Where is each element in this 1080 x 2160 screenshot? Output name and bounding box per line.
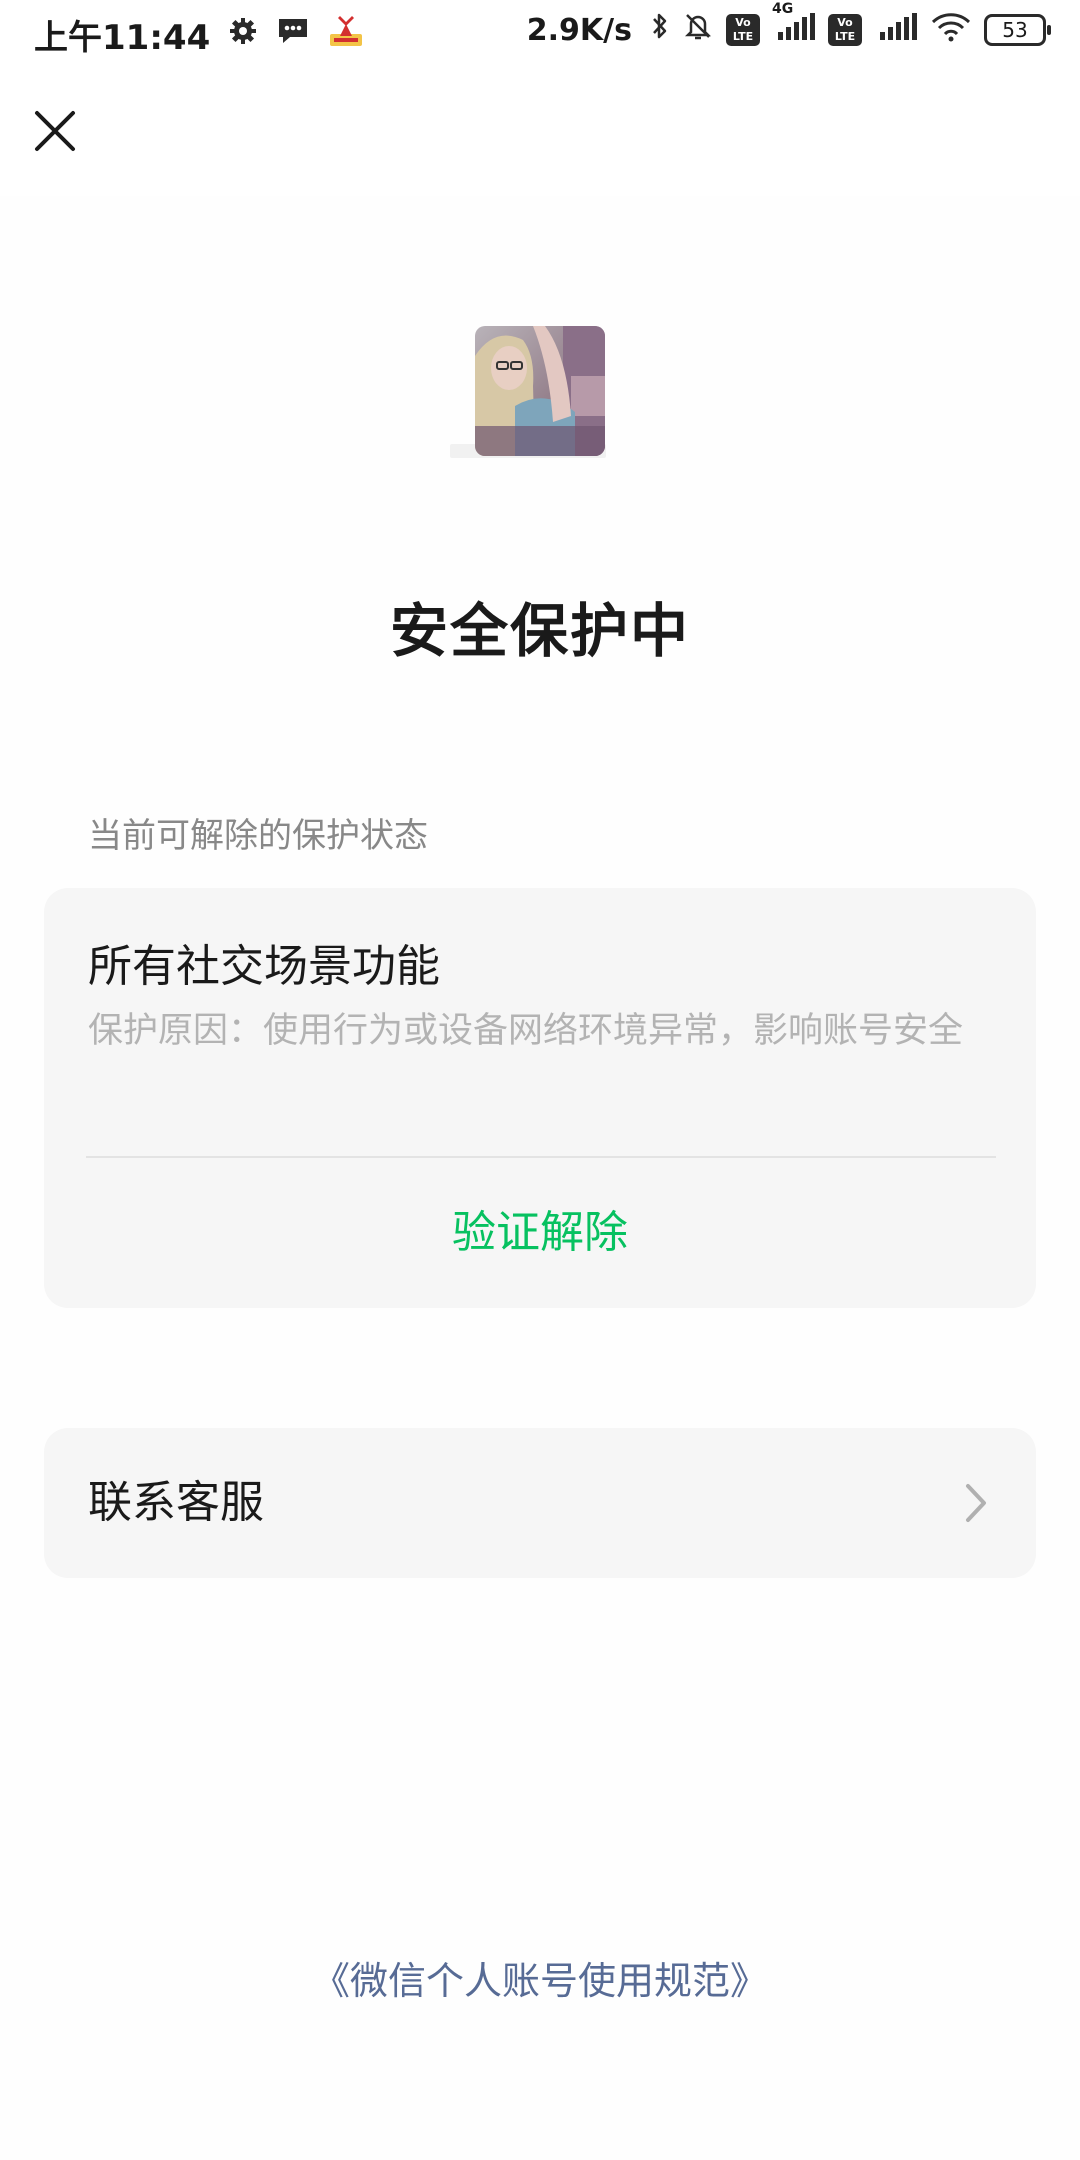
message-icon (276, 15, 310, 54)
close-button[interactable] (22, 98, 88, 164)
account-usage-policy-link[interactable]: 《微信个人账号使用规范》 (0, 1950, 1080, 2005)
bell-muted-icon (682, 10, 714, 50)
volte-badge: Vo LTE (726, 14, 760, 46)
status-right: 2.9K/s Vo LTE 4G Vo LTE 53 (526, 1, 1051, 50)
verify-unlock-button[interactable]: 验证解除 (44, 1158, 1036, 1308)
header (0, 66, 1080, 196)
close-icon (35, 111, 75, 151)
volte-badge-2: Vo LTE (828, 14, 862, 46)
avatar-container (450, 326, 606, 460)
signal-icon: 4G (772, 1, 816, 50)
avatar-image (475, 326, 605, 456)
protection-status-card: 所有社交场景功能 保护原因：使用行为或设备网络环境异常，影响账号安全 验证解除 (44, 888, 1036, 1308)
app-notification-icon (328, 14, 364, 56)
bluetooth-icon (650, 10, 670, 50)
contact-support-label: 联系客服 (88, 1477, 264, 1528)
avatar (475, 326, 605, 456)
status-bar: 上午11:44 2.9K/s Vo LTE 4G Vo LTE 53 (0, 0, 1080, 66)
protection-reason: 保护原因：使用行为或设备网络环境异常，影响账号安全 (88, 1011, 964, 1051)
chevron-right-icon (956, 1482, 996, 1524)
section-label: 当前可解除的保护状态 (88, 816, 428, 856)
wifi-icon (930, 11, 972, 50)
security-protection-page: 上午11:44 2.9K/s Vo LTE 4G Vo LTE 53 安全保护中… (0, 0, 1080, 2160)
network-type-label: 4G (772, 0, 794, 17)
status-time: 上午11:44 (34, 18, 211, 58)
page-title: 安全保护中 (389, 597, 690, 665)
contact-support-row[interactable]: 联系客服 (44, 1428, 1036, 1578)
network-speed: 2.9K/s (526, 12, 632, 48)
gear-icon (228, 15, 258, 54)
status-left: 上午11:44 (34, 10, 364, 59)
signal-icon-2 (874, 11, 918, 50)
protection-card-title: 所有社交场景功能 (88, 941, 440, 992)
battery-icon: 53 (984, 14, 1051, 46)
